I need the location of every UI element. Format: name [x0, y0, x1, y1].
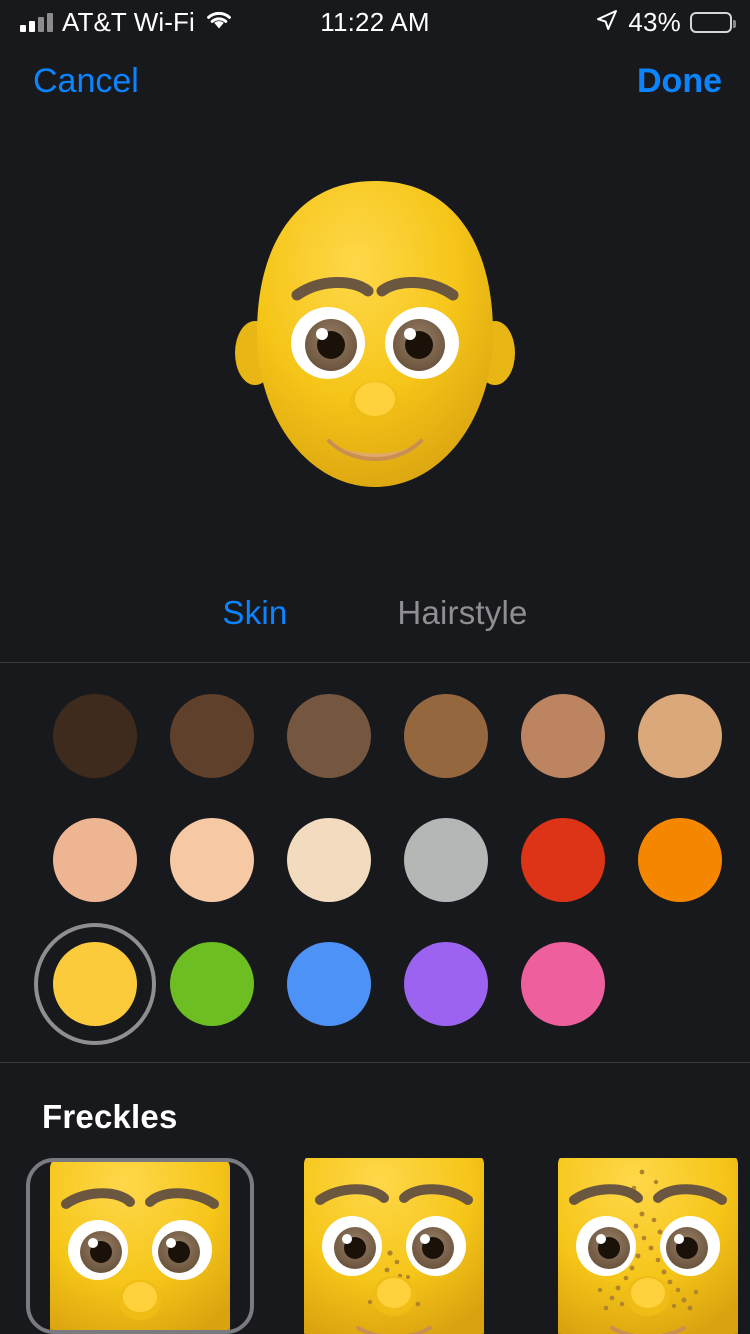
done-button[interactable]: Done: [637, 62, 722, 101]
swatch-cell-red[interactable]: [504, 814, 621, 906]
skin-swatch-green[interactable]: [169, 942, 254, 1026]
swatch-cell-cream[interactable]: [270, 814, 387, 906]
skin-color-grid: [0, 690, 750, 1062]
freckles-option-light[interactable]: [280, 1158, 508, 1334]
battery-percent-label: 43%: [628, 6, 681, 37]
skin-swatch-gray[interactable]: [403, 818, 488, 902]
memoji-face-graphic: [235, 181, 515, 487]
skin-swatch-purple[interactable]: [403, 942, 488, 1026]
skin-swatch-light-brown[interactable]: [520, 694, 605, 778]
swatch-cell-pink[interactable]: [504, 938, 621, 1030]
freckles-section-title: Freckles: [42, 1098, 178, 1135]
swatch-cell-light-brown[interactable]: [504, 690, 621, 782]
freckles-thumb-light: [284, 1158, 504, 1334]
skin-swatch-brown[interactable]: [169, 694, 254, 778]
memoji-editor-screen: AT&T Wi-Fi 11:22 AM 43% Cancel Done Skin…: [0, 0, 750, 1334]
swatch-cell-orange[interactable]: [621, 814, 738, 906]
skin-swatch-orange[interactable]: [637, 818, 722, 902]
skin-swatch-tan-brown[interactable]: [403, 694, 488, 778]
swatch-cell-green[interactable]: [153, 938, 270, 1030]
skin-swatch-red[interactable]: [520, 818, 605, 902]
freckles-options-row: [26, 1158, 750, 1334]
memoji-avatar-preview[interactable]: [0, 120, 750, 560]
divider-tabs: [0, 662, 750, 663]
swatch-cell-dark-brown[interactable]: [36, 690, 153, 782]
divider-freckles: [0, 1062, 750, 1063]
skin-color-row-1: [0, 690, 750, 782]
freckles-option-heavy[interactable]: [534, 1158, 750, 1334]
swatch-cell-tan[interactable]: [621, 690, 738, 782]
skin-swatch-dark-brown[interactable]: [52, 694, 137, 778]
tab-hairstyle[interactable]: Hairstyle: [397, 583, 527, 643]
skin-swatch-cream[interactable]: [286, 818, 371, 902]
swatch-cell-purple[interactable]: [387, 938, 504, 1030]
swatch-cell-light-tan[interactable]: [36, 814, 153, 906]
skin-swatch-medium-brown[interactable]: [286, 694, 371, 778]
skin-swatch-blue[interactable]: [286, 942, 371, 1026]
skin-swatch-pink[interactable]: [520, 942, 605, 1026]
swatch-cell-brown[interactable]: [153, 690, 270, 782]
swatch-cell-yellow[interactable]: [36, 938, 153, 1030]
freckles-thumb-heavy: [538, 1158, 750, 1334]
battery-low-power-icon: [690, 11, 736, 33]
swatch-cell-tan-brown[interactable]: [387, 690, 504, 782]
skin-swatch-tan[interactable]: [637, 694, 722, 778]
skin-swatch-light-tan[interactable]: [52, 818, 137, 902]
freckles-thumb-none: [30, 1162, 250, 1330]
status-bar-right: 43%: [595, 6, 736, 38]
skin-color-row-2: [0, 814, 750, 906]
category-tabs: Skin Hairstyle: [0, 583, 750, 643]
swatch-cell-gray[interactable]: [387, 814, 504, 906]
skin-swatch-peach[interactable]: [169, 818, 254, 902]
tab-skin[interactable]: Skin: [222, 583, 287, 643]
skin-color-row-3: [0, 938, 750, 1030]
swatch-cell-blue[interactable]: [270, 938, 387, 1030]
swatch-cell-medium-brown[interactable]: [270, 690, 387, 782]
freckles-option-none[interactable]: [26, 1158, 254, 1334]
location-arrow-icon: [595, 8, 619, 37]
status-bar: AT&T Wi-Fi 11:22 AM 43%: [0, 0, 750, 44]
skin-swatch-yellow[interactable]: [52, 942, 137, 1026]
swatch-cell-peach[interactable]: [153, 814, 270, 906]
navigation-bar: Cancel Done: [0, 52, 750, 114]
cancel-button[interactable]: Cancel: [33, 62, 139, 101]
